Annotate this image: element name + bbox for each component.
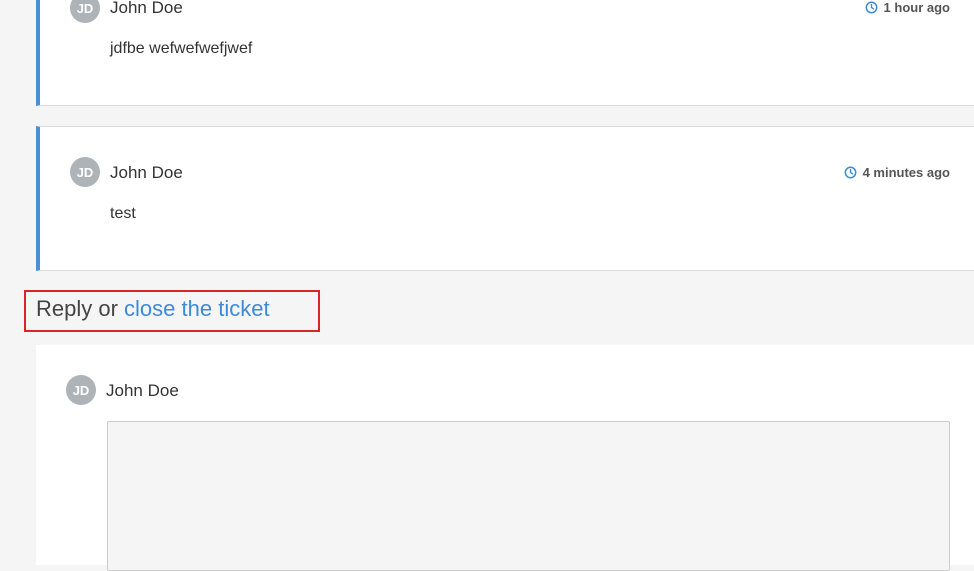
clock-icon [865, 1, 878, 14]
reply-prefix: Reply or [36, 296, 125, 321]
comment-time-text: 1 hour ago [883, 0, 950, 15]
comment-body: test [110, 205, 136, 222]
avatar: JD [70, 0, 100, 23]
reply-heading: Reply or close the ticket [24, 290, 320, 332]
clock-icon [844, 166, 857, 179]
reply-textarea[interactable] [107, 421, 950, 571]
comment-author: John Doe [110, 0, 183, 17]
reply-form: JD John Doe [36, 345, 974, 571]
close-ticket-link[interactable]: close the ticket [124, 296, 270, 321]
avatar: JD [70, 157, 100, 187]
comment-card: JD John Doe 4 minutes ago test [36, 126, 974, 271]
reply-author: John Doe [106, 381, 179, 400]
reply-heading-text: Reply or close the ticket [36, 296, 270, 322]
comment-time-text: 4 minutes ago [862, 165, 950, 180]
comment-timestamp: 1 hour ago [865, 0, 950, 15]
comment-body: jdfbe wefwefwefjwef [110, 40, 253, 57]
comment-author: John Doe [110, 163, 183, 182]
comment-timestamp: 4 minutes ago [844, 165, 950, 180]
avatar: JD [66, 375, 96, 405]
comment-card: JD John Doe 1 hour ago jdfbe wefwefwefjw… [36, 0, 974, 106]
